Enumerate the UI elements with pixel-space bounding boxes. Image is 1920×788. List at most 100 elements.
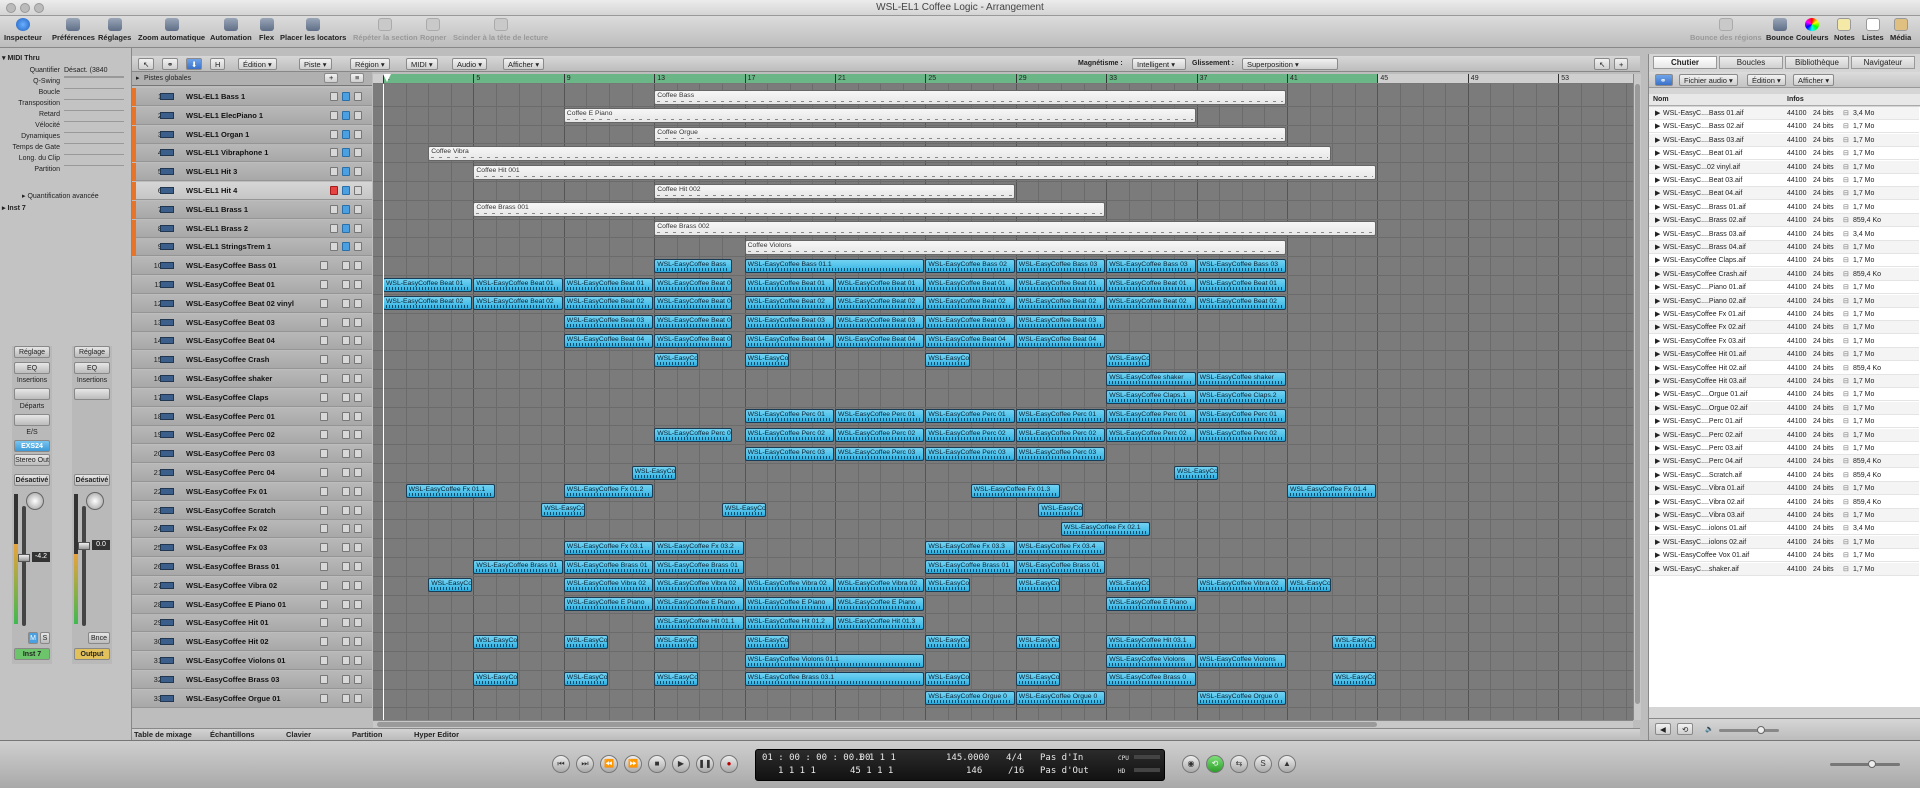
track-name[interactable]: WSL-EasyCoffee Claps [186,389,269,407]
snap-select[interactable]: Intelligent ▾ [1132,58,1186,70]
mute-button[interactable] [342,392,350,402]
audio-region[interactable]: WSL-EasyCoffee Fx 02.1 [1061,521,1151,536]
audio-region[interactable]: WSL-EasyCoffee Perc 03 [925,446,1015,461]
audio-region[interactable]: WSL-EasyCoffee Beat 01 [1106,277,1196,292]
track-name[interactable]: WSL-EasyCoffee Violons 01 [186,652,285,670]
record-enable-button[interactable] [330,148,338,158]
track-name[interactable]: WSL-EasyCoffee Crash [186,351,269,369]
eq-button[interactable]: EQ [14,362,50,374]
menu-5[interactable]: Audio ▾ [452,58,488,70]
param-value[interactable] [64,88,124,89]
record-enable-button[interactable] [320,656,328,665]
disclosure-triangle-icon[interactable]: ▶ [1655,551,1660,561]
disclosure-triangle-icon[interactable]: ▶ [1655,256,1660,266]
track-name[interactable]: WSL-EasyCoffee Vibra 02 [186,577,277,595]
audio-region[interactable]: WSL-EasyCoffee Vibra 02 [428,578,473,593]
solo-button[interactable] [354,317,362,327]
audio-region[interactable]: WSL-EasyCoffee Vibra 02 [744,578,834,593]
audio-region[interactable]: WSL-EasyCoffee Vibra 02 [835,578,925,593]
solo-button[interactable] [354,223,362,233]
track-name[interactable]: WSL-EL1 Vibraphone 1 [186,144,268,162]
track-name[interactable]: WSL-EL1 Hit 3 [186,163,237,181]
disclosure-triangle-icon[interactable]: ▶ [1655,484,1660,494]
track-header[interactable]: 2 WSL-EL1 ElecPiano 1 [132,106,372,125]
track-name[interactable]: WSL-EasyCoffee E Piano 01 [186,596,286,614]
file-row[interactable]: ▶ WSL-EasyC....shaker.aif 44100 24 bits 1,7 … [1649,562,1919,576]
audio-region[interactable]: WSL-EasyCoffee Brass 0 [1106,672,1196,687]
track-header[interactable]: 12 WSL-EasyCoffee Beat 02 vinyl [132,294,372,313]
audio-region[interactable]: WSL-EasyCoffee Brass 01 [473,559,563,574]
metronome-button[interactable]: ▲ [1278,755,1296,773]
mute-button[interactable] [342,468,350,477]
file-row[interactable]: ▶ WSL-EasyC....iolons 02.aif 44100 24 bits 1… [1649,535,1919,549]
arrange-area[interactable]: Coffee Bass Coffee E Piano Coffee Orgue Cof… [373,84,1633,720]
disclosure-triangle-icon[interactable]: ▶ [1655,189,1660,199]
solo-button[interactable]: S [40,632,50,644]
mute-button[interactable] [342,167,350,177]
audio-region[interactable]: WSL-EasyCoffee Fx 01.2 [563,484,654,499]
link-button[interactable]: ⚭ [162,58,179,70]
track-name[interactable]: WSL-EasyCoffee Beat 04 [186,332,275,350]
file-row[interactable]: ▶ WSL-EasyCoffee Claps.aif 44100 24 bits 1,7… [1649,254,1919,268]
solo-button[interactable] [354,468,362,477]
record-enable-button[interactable] [320,336,328,346]
solo-button[interactable] [354,186,362,195]
colors-button[interactable]: Couleurs [1796,18,1829,42]
playhead-marker[interactable] [383,74,391,82]
mute-button[interactable] [342,430,350,440]
horizontal-scrollbar[interactable] [373,720,1633,728]
file-row[interactable]: ▶ WSL-EasyC....Vibra 01.aif 44100 24 bits 1,… [1649,482,1919,496]
browser-tab[interactable]: Boucles [1719,56,1783,69]
menu-1[interactable]: Édition ▾ [238,58,277,70]
solo-button[interactable] [354,618,362,628]
disclosure-triangle-icon[interactable]: ▶ [1655,243,1660,253]
inst-header[interactable]: ▸ Inst 7 [2,204,26,214]
audio-region[interactable]: WSL-EasyCoffee Bass 01.1 [744,258,925,273]
solo-button[interactable] [354,411,362,421]
track-header[interactable]: 7 WSL-EL1 Brass 1 [132,200,372,219]
disclosure-triangle-icon[interactable]: ▶ [1655,283,1660,293]
record-enable-button[interactable] [320,543,328,553]
horizontal-scroll-thumb[interactable] [377,722,1377,727]
solo-button[interactable] [354,486,362,496]
track-name[interactable]: WSL-EasyCoffee Brass 03 [186,671,279,689]
audio-region[interactable]: WSL-EasyCoffee Brass [1015,672,1060,687]
vertical-scroll-thumb[interactable] [1635,84,1640,704]
audio-region[interactable]: WSL-EasyCoffee Perc 04 [631,465,676,480]
browser-tab[interactable]: Navigateur [1851,56,1915,69]
record-enable-button[interactable] [320,317,328,327]
audio-region[interactable]: WSL-EasyCoffee Brass 01 [654,559,744,574]
midi-thru-header[interactable]: ▾ MIDI Thru [2,54,40,64]
audio-region[interactable]: WSL-EasyCoffee Claps.1 [1106,390,1196,405]
audio-region[interactable]: WSL-EasyCoffee Beat 04 [835,333,925,348]
disclosure-triangle-icon[interactable]: ▶ [1655,565,1660,575]
browser-menu[interactable]: Afficher ▾ [1793,74,1835,86]
solo-button[interactable] [354,129,362,139]
go-to-start-button[interactable]: ⏮ [552,755,570,773]
audio-region[interactable]: WSL-EasyCoffee Beat 02 [563,296,654,311]
audio-region[interactable]: WSL-EasyCoffee E Piano [654,597,744,612]
solo-button[interactable] [354,524,362,534]
audio-region[interactable]: WSL-EasyCoffee Perc 01 [835,409,925,424]
setting-button[interactable]: Réglage [74,346,110,358]
stop-button[interactable]: ■ [648,755,666,773]
menu-6[interactable]: Afficher ▾ [503,58,545,70]
rewind-button[interactable]: ⏪ [600,755,618,773]
mute-button[interactable] [342,524,350,534]
record-enable-button[interactable] [330,167,338,177]
audio-region[interactable]: WSL-EasyCoffee Fx 03.4 [1015,540,1106,555]
audio-region[interactable]: WSL-EasyCoffee Hit 02 [473,634,518,649]
audio-region[interactable]: WSL-EasyCoffee Fx 01.4 [1287,484,1377,499]
disclosure-triangle-icon[interactable]: ▶ [1655,337,1660,347]
audio-region[interactable]: WSL-EasyCoffee Hit 02 [654,634,699,649]
audio-region[interactable]: WSL-EasyCoffee Hit 01.2 [744,615,834,630]
track-name[interactable]: WSL-EasyCoffee Fx 03 [186,539,267,557]
pan-knob[interactable] [86,492,104,510]
file-row[interactable]: ▶ WSL-EasyC....Brass 01.aif 44100 24 bits 1,… [1649,200,1919,214]
midi-region[interactable]: Coffee Vibra [428,145,1332,161]
info-column-header[interactable]: Infos [1787,95,1804,105]
drag-select[interactable]: Superposition ▾ [1242,58,1338,70]
go-to-end-button[interactable]: ⏭ [576,755,594,773]
audio-region[interactable]: WSL-EasyCoffee Beat 02 [1015,296,1106,311]
audio-region[interactable]: WSL-EasyCoffee Perc 01 [925,409,1015,424]
